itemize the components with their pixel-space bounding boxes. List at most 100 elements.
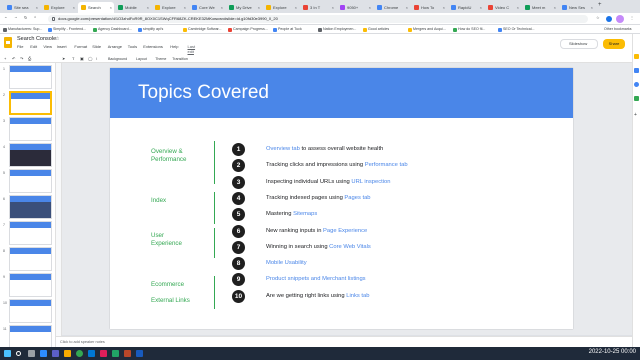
topic-item[interactable]: New ranking inputs in Page Experience [266,228,367,234]
slide-thumbnail[interactable] [9,325,52,349]
tab-close-icon[interactable]: × [147,2,149,13]
topic-item[interactable]: Inspecting individual URLs using URL ins… [266,179,391,185]
zoom-app-icon[interactable] [40,350,47,357]
maps-icon[interactable] [634,96,639,101]
slideshow-button[interactable]: Slideshow [560,39,598,49]
doc-title[interactable]: Search Console [17,36,56,42]
windows-start-icon[interactable] [4,350,11,357]
browser-tab[interactable]: RapidU × [448,2,484,13]
slide-thumbnail[interactable] [9,299,52,323]
slide-thumbnail[interactable] [9,247,52,271]
browser-tab[interactable]: Explore × [41,2,77,13]
slide-thumbnail[interactable] [9,169,52,193]
bookmark-item[interactable]: simplify api's [137,25,163,34]
toolbar-theme-button[interactable]: Theme [155,57,166,61]
menu-item-tools[interactable]: Tools [128,44,137,49]
select-tool-icon[interactable]: ➤ [62,56,65,61]
browser-tab[interactable]: New Ses × [559,2,595,13]
topic-link[interactable]: Product snippets and Merchant listings [266,276,366,282]
menu-item-extensions[interactable]: Extensions [143,44,163,49]
browser-tab[interactable]: Search × [78,2,114,13]
task-view-icon[interactable] [28,350,35,357]
tab-close-icon[interactable]: × [221,2,223,13]
menu-item-slide[interactable]: Slide [92,44,101,49]
browser-tab[interactable]: Video C × [485,2,521,13]
topic-item[interactable]: Tracking clicks and impressions using Pe… [266,162,408,168]
menu-item-help[interactable]: Help [170,44,178,49]
browser-tab[interactable]: Site sea × [4,2,40,13]
topic-item[interactable]: Tracking indexed pages using Pages tab [266,195,371,201]
home-icon[interactable]: ⌂ [34,15,36,19]
bookmark-item[interactable]: Campaign Progress... [227,25,268,34]
bookmark-item[interactable]: Cambridge Softwar... [182,25,222,34]
browser-tab[interactable]: Chrome × [374,2,410,13]
browser-tab[interactable]: Explore × [152,2,188,13]
print-icon[interactable]: ⎙ [28,56,31,61]
share-button[interactable]: Share [603,39,625,49]
bookmark-item[interactable]: Mergers and Acqui... [407,25,446,34]
topic-link[interactable]: Mobile Usability [266,260,307,266]
bookmark-item[interactable]: Agency Dashboard... [92,25,132,34]
topic-link[interactable]: Core Web Vitals [329,244,371,250]
slide-thumbnail[interactable] [9,143,52,167]
slide-thumbnail[interactable] [9,273,52,297]
bookmark-item[interactable]: People at Tuck [272,25,302,34]
topic-link[interactable]: Overview tab [266,146,300,152]
undo-icon[interactable]: ↶ [12,56,15,61]
browser-tab[interactable]: 9050+ × [337,2,373,13]
image-tool-icon[interactable]: ▣ [80,56,84,61]
topic-item[interactable]: Product snippets and Merchant listings [266,276,366,282]
bookmark-item[interactable]: How do SEO fil... [452,25,485,34]
tab-close-icon[interactable]: × [258,2,260,13]
topic-link[interactable]: Pages tab [344,195,370,201]
topic-link[interactable]: Sitemaps [293,211,317,217]
excel-icon[interactable] [112,350,119,357]
menu-item-view[interactable]: View [43,44,52,49]
chrome-icon[interactable] [76,350,83,357]
slack-icon[interactable] [100,350,107,357]
topic-item[interactable]: Mobile Usability [266,260,307,266]
current-slide[interactable]: Topics Covered Overview & Performance In… [110,68,573,329]
topic-item[interactable]: Overview tab to assess overall website h… [266,146,383,152]
forward-icon[interactable]: → [14,15,18,19]
menu-item-arrange[interactable]: Arrange [108,44,122,49]
topic-item[interactable]: Mastering Sitemaps [266,211,317,217]
slide-thumbnail[interactable] [9,117,52,141]
browser-tab[interactable]: My Drive × [226,2,262,13]
browser-menu-icon[interactable]: ⋮ [630,15,634,20]
topic-item[interactable]: Are we getting right links using Links t… [266,293,369,299]
new-tab-icon[interactable]: + [598,2,602,8]
topic-item[interactable]: Winning in search using Core Web Vitals [266,244,371,250]
browser-tab[interactable]: 3 In T × [300,2,336,13]
category-ecommerce[interactable]: Ecommerce [151,281,184,289]
browser-tab[interactable]: How To × [411,2,447,13]
topic-link[interactable]: Links tab [346,293,369,299]
slide-thumbnail[interactable] [9,195,52,219]
search-icon[interactable] [16,351,21,356]
other-bookmarks[interactable]: Other bookmarks [598,25,632,34]
browser-tab[interactable]: Explore × [263,2,299,13]
menu-item-format[interactable]: Format [74,44,87,49]
new-slide-icon[interactable]: + [4,56,6,61]
category-index[interactable]: Index [151,197,166,205]
menu-item-insert[interactable]: Insert [57,44,67,49]
slide-title[interactable]: Topics Covered [138,82,269,104]
tab-close-icon[interactable]: × [332,2,334,13]
tab-close-icon[interactable]: × [480,2,482,13]
browser-tab[interactable]: Core We × [189,2,225,13]
category-external-links[interactable]: External Links [151,297,190,305]
slide-thumbnail[interactable] [9,65,52,89]
tab-close-icon[interactable]: × [369,2,371,13]
slide-thumbnail[interactable] [9,91,52,115]
bookmark-item[interactable]: SEO Or Technical... [497,25,535,34]
reload-icon[interactable]: ↻ [24,15,27,20]
profile-avatar[interactable] [616,15,624,23]
tasks-icon[interactable] [634,68,639,73]
topic-link[interactable]: URL inspection [351,179,390,185]
tab-close-icon[interactable]: × [554,2,556,13]
bookmark-item[interactable]: Good articles [362,25,389,34]
topic-link[interactable]: Performance tab [365,162,408,168]
tab-close-icon[interactable]: × [517,2,519,13]
tab-close-icon[interactable]: × [184,2,186,13]
keep-icon[interactable] [634,54,639,59]
